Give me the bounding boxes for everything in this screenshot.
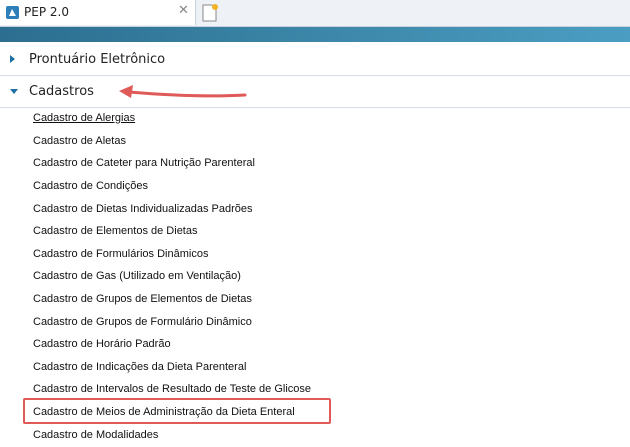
section-label: Prontuário Eletrônico bbox=[29, 52, 166, 67]
header-band bbox=[0, 27, 630, 42]
list-item-cadastro-grupos-formulario[interactable]: Cadastro de Grupos de Formulário Dinâmic… bbox=[33, 316, 252, 328]
list-item-cadastro-modalidades[interactable]: Cadastro de Modalidades bbox=[33, 429, 158, 441]
annotation-arrow-icon bbox=[119, 85, 247, 98]
tab-bar: PEP 2.0 ✕ bbox=[0, 0, 630, 27]
list-item-cadastro-elementos-dietas[interactable]: Cadastro de Elementos de Dietas bbox=[33, 225, 197, 237]
list-item-cadastro-grupos-elementos[interactable]: Cadastro de Grupos de Elementos de Dieta… bbox=[33, 293, 252, 305]
list-item-cadastro-aletas[interactable]: Cadastro de Aletas bbox=[33, 135, 126, 147]
close-icon[interactable]: ✕ bbox=[178, 3, 189, 18]
list-item-cadastro-cateter[interactable]: Cadastro de Cateter para Nutrição Parent… bbox=[33, 157, 255, 169]
list-item-cadastro-dietas-individualizadas[interactable]: Cadastro de Dietas Individualizadas Padr… bbox=[33, 203, 253, 215]
list-item-cadastro-condicoes[interactable]: Cadastro de Condições bbox=[33, 180, 148, 192]
highlight-box bbox=[23, 398, 331, 424]
section-prontuario-eletronico[interactable]: Prontuário Eletrônico bbox=[0, 44, 630, 76]
section-label: Cadastros bbox=[29, 84, 94, 99]
chevron-right-icon bbox=[10, 55, 15, 63]
new-tab-icon[interactable] bbox=[198, 2, 220, 24]
chevron-down-icon bbox=[10, 89, 18, 94]
list-item-cadastro-alergias[interactable]: Cadastro de Alergias bbox=[33, 112, 135, 124]
list-item-cadastro-gas[interactable]: Cadastro de Gas (Utilizado em Ventilação… bbox=[33, 270, 241, 282]
browser-tab[interactable]: PEP 2.0 ✕ bbox=[0, 0, 196, 25]
pep-logo-icon bbox=[6, 6, 19, 19]
section-cadastros[interactable]: Cadastros bbox=[0, 76, 630, 108]
tab-title: PEP 2.0 bbox=[24, 5, 69, 19]
list-item-cadastro-formularios-dinamicos[interactable]: Cadastro de Formulários Dinâmicos bbox=[33, 248, 208, 260]
list-item-cadastro-indicacoes[interactable]: Cadastro de Indicações da Dieta Parenter… bbox=[33, 361, 246, 373]
list-item-cadastro-intervalos-glicose[interactable]: Cadastro de Intervalos de Resultado de T… bbox=[33, 383, 311, 395]
list-item-cadastro-horario-padrao[interactable]: Cadastro de Horário Padrão bbox=[33, 338, 171, 350]
